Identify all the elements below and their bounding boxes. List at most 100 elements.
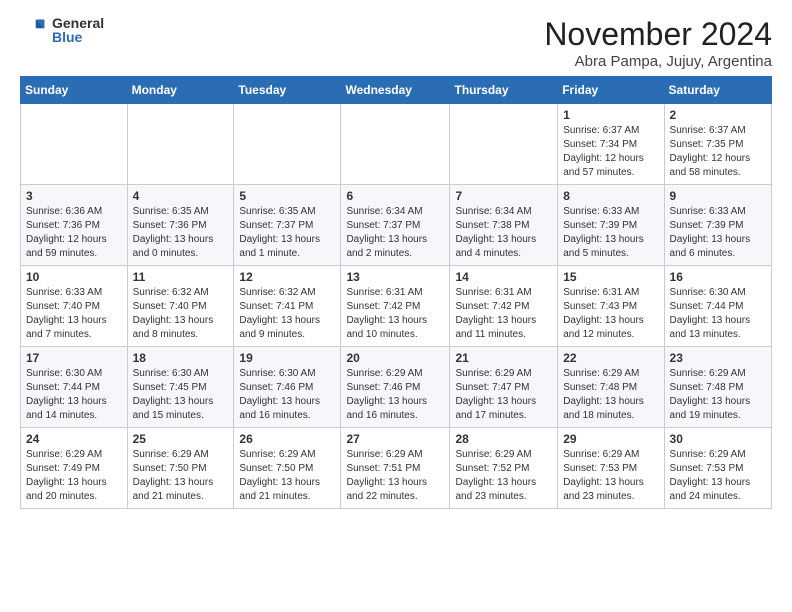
day-of-week-header: Monday	[127, 77, 234, 104]
day-number: 8	[563, 189, 658, 203]
calendar-cell	[234, 104, 341, 185]
calendar-cell	[21, 104, 128, 185]
calendar-week-row: 1 Sunrise: 6:37 AM Sunset: 7:34 PM Daylig…	[21, 104, 772, 185]
logo-blue-text: Blue	[52, 30, 104, 44]
day-number: 29	[563, 432, 658, 446]
cell-content: Sunrise: 6:29 AM Sunset: 7:52 PM Dayligh…	[455, 448, 552, 504]
cell-content: Sunrise: 6:31 AM Sunset: 7:43 PM Dayligh…	[563, 286, 658, 342]
day-number: 20	[346, 351, 444, 365]
cell-content: Sunrise: 6:30 AM Sunset: 7:44 PM Dayligh…	[670, 286, 766, 342]
calendar-cell: 19Sunrise: 6:30 AM Sunset: 7:46 PM Dayli…	[234, 347, 341, 428]
calendar-cell: 20Sunrise: 6:29 AM Sunset: 7:46 PM Dayli…	[341, 347, 450, 428]
calendar-cell: 28 Sunrise: 6:29 AM Sunset: 7:52 PM Dayli…	[450, 428, 558, 509]
calendar-cell: 13 Sunrise: 6:31 AM Sunset: 7:42 PM Dayli…	[341, 266, 450, 347]
calendar-week-row: 24Sunrise: 6:29 AM Sunset: 7:49 PM Dayli…	[21, 428, 772, 509]
day-number: 3	[26, 189, 122, 203]
cell-content: Sunrise: 6:34 AM Sunset: 7:38 PM Dayligh…	[455, 205, 552, 261]
cell-content: Sunrise: 6:35 AM Sunset: 7:37 PM Dayligh…	[239, 205, 335, 261]
calendar-cell: 30 Sunrise: 6:29 AM Sunset: 7:53 PM Dayli…	[664, 428, 771, 509]
day-number: 6	[346, 189, 444, 203]
day-of-week-header: Saturday	[664, 77, 771, 104]
calendar-week-row: 10 Sunrise: 6:33 AM Sunset: 7:40 PM Dayli…	[21, 266, 772, 347]
location-title: Abra Pampa, Jujuy, Argentina	[544, 53, 772, 70]
day-number: 18	[133, 351, 229, 365]
cell-content: Sunrise: 6:37 AM Sunset: 7:35 PM Dayligh…	[670, 124, 766, 180]
cell-content: Sunrise: 6:29 AM Sunset: 7:51 PM Dayligh…	[346, 448, 444, 504]
calendar-cell: 17 Sunrise: 6:30 AM Sunset: 7:44 PM Dayli…	[21, 347, 128, 428]
day-number: 30	[670, 432, 766, 446]
day-number: 27	[346, 432, 444, 446]
day-number: 1	[563, 108, 658, 122]
calendar-cell: 14Sunrise: 6:31 AM Sunset: 7:42 PM Dayli…	[450, 266, 558, 347]
calendar-cell	[341, 104, 450, 185]
logo-icon	[20, 16, 48, 44]
day-of-week-header: Sunday	[21, 77, 128, 104]
day-of-week-header: Tuesday	[234, 77, 341, 104]
calendar-cell: 15Sunrise: 6:31 AM Sunset: 7:43 PM Dayli…	[558, 266, 664, 347]
calendar-week-row: 3 Sunrise: 6:36 AM Sunset: 7:36 PM Daylig…	[21, 185, 772, 266]
calendar-header-row: SundayMondayTuesdayWednesdayThursdayFrid…	[21, 77, 772, 104]
day-number: 4	[133, 189, 229, 203]
calendar-week-row: 17 Sunrise: 6:30 AM Sunset: 7:44 PM Dayli…	[21, 347, 772, 428]
logo-text: General Blue	[52, 16, 104, 44]
calendar-cell: 21 Sunrise: 6:29 AM Sunset: 7:47 PM Dayli…	[450, 347, 558, 428]
calendar-cell: 16 Sunrise: 6:30 AM Sunset: 7:44 PM Dayli…	[664, 266, 771, 347]
cell-content: Sunrise: 6:31 AM Sunset: 7:42 PM Dayligh…	[455, 286, 552, 342]
calendar-cell: 4 Sunrise: 6:35 AM Sunset: 7:36 PM Daylig…	[127, 185, 234, 266]
cell-content: Sunrise: 6:32 AM Sunset: 7:40 PM Dayligh…	[133, 286, 229, 342]
calendar-cell: 2 Sunrise: 6:37 AM Sunset: 7:35 PM Daylig…	[664, 104, 771, 185]
cell-content: Sunrise: 6:31 AM Sunset: 7:42 PM Dayligh…	[346, 286, 444, 342]
cell-content: Sunrise: 6:33 AM Sunset: 7:39 PM Dayligh…	[670, 205, 766, 261]
calendar-table: SundayMondayTuesdayWednesdayThursdayFrid…	[20, 76, 772, 509]
cell-content: Sunrise: 6:33 AM Sunset: 7:39 PM Dayligh…	[563, 205, 658, 261]
day-number: 16	[670, 270, 766, 284]
cell-content: Sunrise: 6:32 AM Sunset: 7:41 PM Dayligh…	[239, 286, 335, 342]
calendar-cell: 8 Sunrise: 6:33 AM Sunset: 7:39 PM Daylig…	[558, 185, 664, 266]
day-number: 5	[239, 189, 335, 203]
cell-content: Sunrise: 6:35 AM Sunset: 7:36 PM Dayligh…	[133, 205, 229, 261]
cell-content: Sunrise: 6:29 AM Sunset: 7:53 PM Dayligh…	[670, 448, 766, 504]
cell-content: Sunrise: 6:29 AM Sunset: 7:48 PM Dayligh…	[670, 367, 766, 423]
cell-content: Sunrise: 6:33 AM Sunset: 7:40 PM Dayligh…	[26, 286, 122, 342]
day-number: 28	[455, 432, 552, 446]
calendar-cell: 12Sunrise: 6:32 AM Sunset: 7:41 PM Dayli…	[234, 266, 341, 347]
calendar-cell: 25Sunrise: 6:29 AM Sunset: 7:50 PM Dayli…	[127, 428, 234, 509]
day-number: 10	[26, 270, 122, 284]
calendar-cell	[450, 104, 558, 185]
cell-content: Sunrise: 6:29 AM Sunset: 7:50 PM Dayligh…	[239, 448, 335, 504]
calendar-cell: 29 Sunrise: 6:29 AM Sunset: 7:53 PM Dayli…	[558, 428, 664, 509]
day-number: 26	[239, 432, 335, 446]
month-title: November 2024	[544, 16, 772, 53]
cell-content: Sunrise: 6:34 AM Sunset: 7:37 PM Dayligh…	[346, 205, 444, 261]
day-number: 17	[26, 351, 122, 365]
cell-content: Sunrise: 6:29 AM Sunset: 7:49 PM Dayligh…	[26, 448, 122, 504]
day-number: 21	[455, 351, 552, 365]
cell-content: Sunrise: 6:30 AM Sunset: 7:45 PM Dayligh…	[133, 367, 229, 423]
calendar-cell: 11 Sunrise: 6:32 AM Sunset: 7:40 PM Dayli…	[127, 266, 234, 347]
calendar-cell	[127, 104, 234, 185]
calendar-cell: 7 Sunrise: 6:34 AM Sunset: 7:38 PM Daylig…	[450, 185, 558, 266]
calendar-cell: 23Sunrise: 6:29 AM Sunset: 7:48 PM Dayli…	[664, 347, 771, 428]
day-number: 9	[670, 189, 766, 203]
calendar-cell: 26 Sunrise: 6:29 AM Sunset: 7:50 PM Dayli…	[234, 428, 341, 509]
cell-content: Sunrise: 6:30 AM Sunset: 7:44 PM Dayligh…	[26, 367, 122, 423]
calendar-cell: 24Sunrise: 6:29 AM Sunset: 7:49 PM Dayli…	[21, 428, 128, 509]
cell-content: Sunrise: 6:36 AM Sunset: 7:36 PM Dayligh…	[26, 205, 122, 261]
day-number: 2	[670, 108, 766, 122]
day-of-week-header: Thursday	[450, 77, 558, 104]
calendar-cell: 9 Sunrise: 6:33 AM Sunset: 7:39 PM Daylig…	[664, 185, 771, 266]
page-header: General Blue November 2024 Abra Pampa, J…	[20, 16, 772, 70]
cell-content: Sunrise: 6:29 AM Sunset: 7:53 PM Dayligh…	[563, 448, 658, 504]
cell-content: Sunrise: 6:29 AM Sunset: 7:50 PM Dayligh…	[133, 448, 229, 504]
calendar-cell: 10 Sunrise: 6:33 AM Sunset: 7:40 PM Dayli…	[21, 266, 128, 347]
day-number: 11	[133, 270, 229, 284]
cell-content: Sunrise: 6:29 AM Sunset: 7:47 PM Dayligh…	[455, 367, 552, 423]
day-of-week-header: Wednesday	[341, 77, 450, 104]
day-number: 13	[346, 270, 444, 284]
day-number: 7	[455, 189, 552, 203]
day-number: 19	[239, 351, 335, 365]
logo: General Blue	[20, 16, 104, 44]
cell-content: Sunrise: 6:37 AM Sunset: 7:34 PM Dayligh…	[563, 124, 658, 180]
logo-general-text: General	[52, 16, 104, 30]
calendar-body: 1 Sunrise: 6:37 AM Sunset: 7:34 PM Daylig…	[21, 104, 772, 509]
